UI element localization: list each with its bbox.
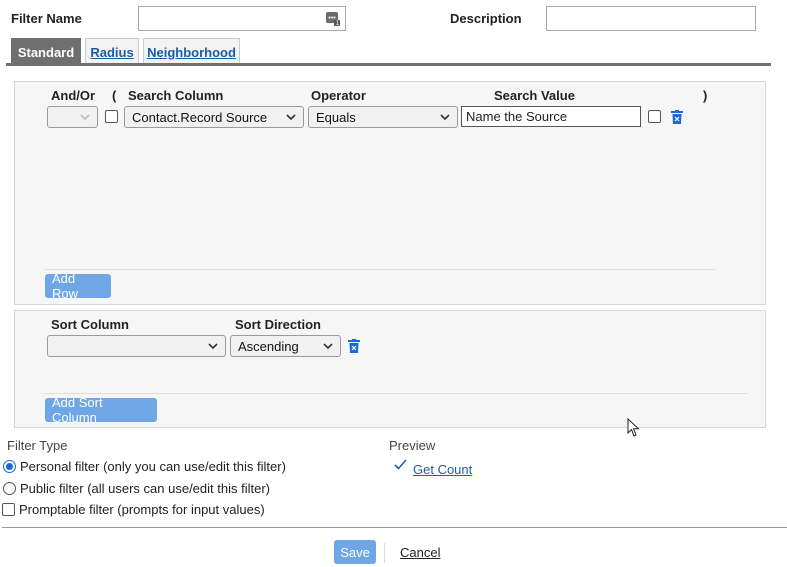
- delete-row-icon[interactable]: [671, 110, 683, 124]
- operator-select[interactable]: Equals: [308, 106, 458, 128]
- checkmark-icon: [394, 459, 407, 470]
- description-label: Description: [450, 11, 522, 26]
- footer-divider: [2, 527, 787, 528]
- tab-standard[interactable]: Standard: [11, 38, 81, 65]
- chevron-down-icon: [323, 343, 333, 350]
- save-button[interactable]: Save: [334, 540, 376, 564]
- search-column-select[interactable]: Contact.Record Source: [124, 106, 304, 128]
- search-value-input[interactable]: Name the Source: [461, 106, 641, 127]
- operator-value: Equals: [316, 109, 356, 125]
- button-separator: [384, 543, 385, 563]
- personal-filter-label: Personal filter (only you can use/edit t…: [20, 459, 286, 474]
- promptable-filter-label: Promptable filter (prompts for input val…: [19, 502, 265, 517]
- sort-direction-header: Sort Direction: [235, 317, 321, 332]
- open-paren-header: (: [112, 88, 117, 103]
- sort-column-header: Sort Column: [51, 317, 129, 332]
- search-column-header: Search Column: [128, 88, 224, 103]
- and-or-select[interactable]: [47, 106, 98, 128]
- svg-text:1: 1: [336, 20, 340, 27]
- filter-name-label: Filter Name: [11, 11, 82, 26]
- close-paren-header: ): [703, 88, 708, 103]
- close-paren-checkbox[interactable]: [648, 110, 661, 123]
- chevron-down-icon: [286, 114, 296, 121]
- public-filter-radio[interactable]: [3, 482, 16, 495]
- chevron-down-icon: [440, 114, 450, 121]
- add-sort-column-button[interactable]: Add Sort Column: [45, 395, 157, 425]
- and-or-header: And/Or: [51, 88, 96, 103]
- chevron-down-icon: [80, 114, 90, 121]
- search-value-text: Name the Source: [466, 109, 568, 124]
- sort-direction-select[interactable]: Ascending: [230, 335, 341, 357]
- get-count-link[interactable]: Get Count: [413, 462, 472, 477]
- search-column-value: Contact.Record Source: [132, 109, 268, 125]
- sort-direction-value: Ascending: [238, 338, 299, 354]
- mouse-cursor-icon: [627, 418, 640, 437]
- description-input[interactable]: [546, 6, 756, 31]
- chevron-down-icon: [208, 343, 218, 350]
- tab-neighborhood[interactable]: Neighborhood: [143, 38, 240, 65]
- criteria-divider: [44, 269, 716, 270]
- sort-divider: [44, 393, 748, 394]
- operator-header: Operator: [311, 88, 366, 103]
- sort-column-select[interactable]: [47, 335, 226, 357]
- public-filter-label: Public filter (all users can use/edit th…: [20, 481, 270, 496]
- open-paren-checkbox[interactable]: [105, 110, 118, 123]
- promptable-filter-checkbox[interactable]: [2, 503, 15, 516]
- cancel-link[interactable]: Cancel: [400, 545, 440, 560]
- add-row-button[interactable]: Add Row: [45, 271, 111, 301]
- filter-type-label: Filter Type: [7, 438, 68, 453]
- filter-name-input[interactable]: 1: [138, 6, 346, 31]
- tab-radius[interactable]: Radius: [85, 38, 139, 65]
- personal-filter-radio[interactable]: [3, 460, 16, 473]
- token-picker-icon[interactable]: 1: [325, 11, 341, 27]
- preview-label: Preview: [389, 438, 436, 453]
- tab-underline: [6, 63, 771, 66]
- delete-sort-icon[interactable]: [348, 339, 360, 353]
- search-value-header: Search Value: [494, 88, 575, 103]
